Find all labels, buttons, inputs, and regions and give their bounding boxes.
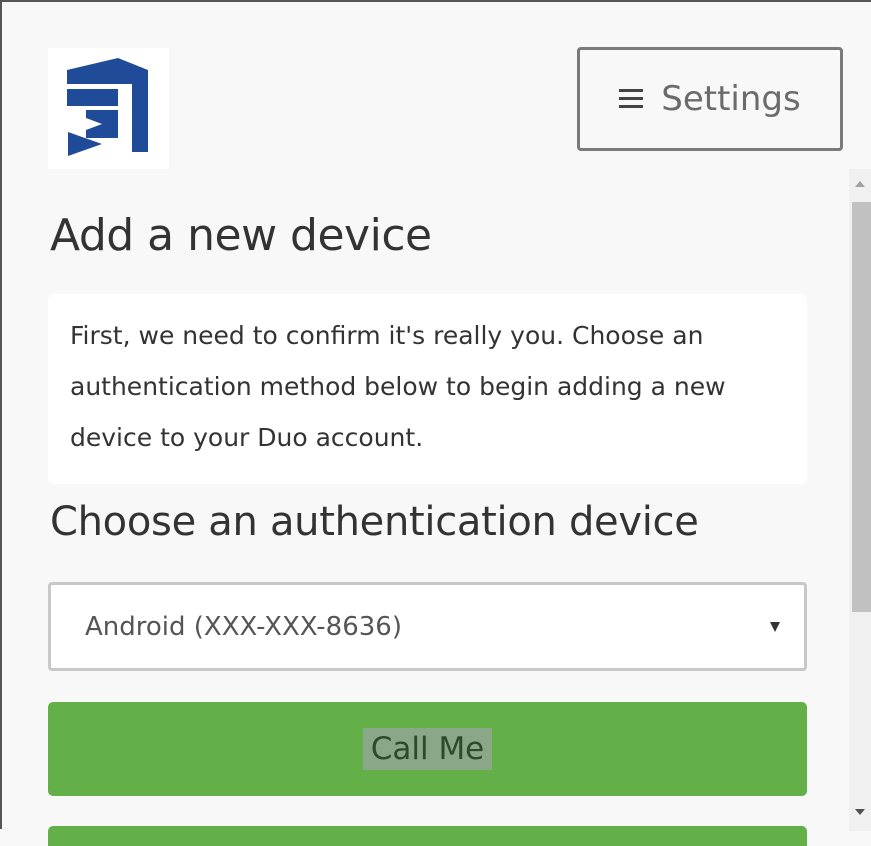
next-option-button[interactable] [48,826,807,846]
scroll-down-icon[interactable] [855,809,865,815]
info-card: First, we need to confirm it's really yo… [48,294,807,484]
device-select[interactable]: Android (XXX-XXX-8636) [48,582,807,671]
settings-button[interactable]: Settings [577,47,843,151]
company-logo [48,48,169,169]
chevron-down-icon [770,622,780,632]
hamburger-icon [619,89,644,109]
intro-text: First, we need to confirm it's really yo… [70,321,726,452]
device-select-value: Android (XXX-XXX-8636) [85,611,402,642]
device-heading: Choose an authentication device [50,499,699,545]
scroll-thumb[interactable] [852,202,871,612]
call-me-button[interactable]: Call Me [48,702,807,796]
duo-prompt-frame: Settings Add a new device First, we need… [0,0,871,846]
call-me-label: Call Me [362,728,493,770]
logo-mark-icon [67,58,148,156]
scroll-up-icon[interactable] [855,181,865,187]
page-title: Add a new device [50,210,432,261]
scrollbar[interactable] [849,169,871,831]
settings-label: Settings [661,79,801,119]
